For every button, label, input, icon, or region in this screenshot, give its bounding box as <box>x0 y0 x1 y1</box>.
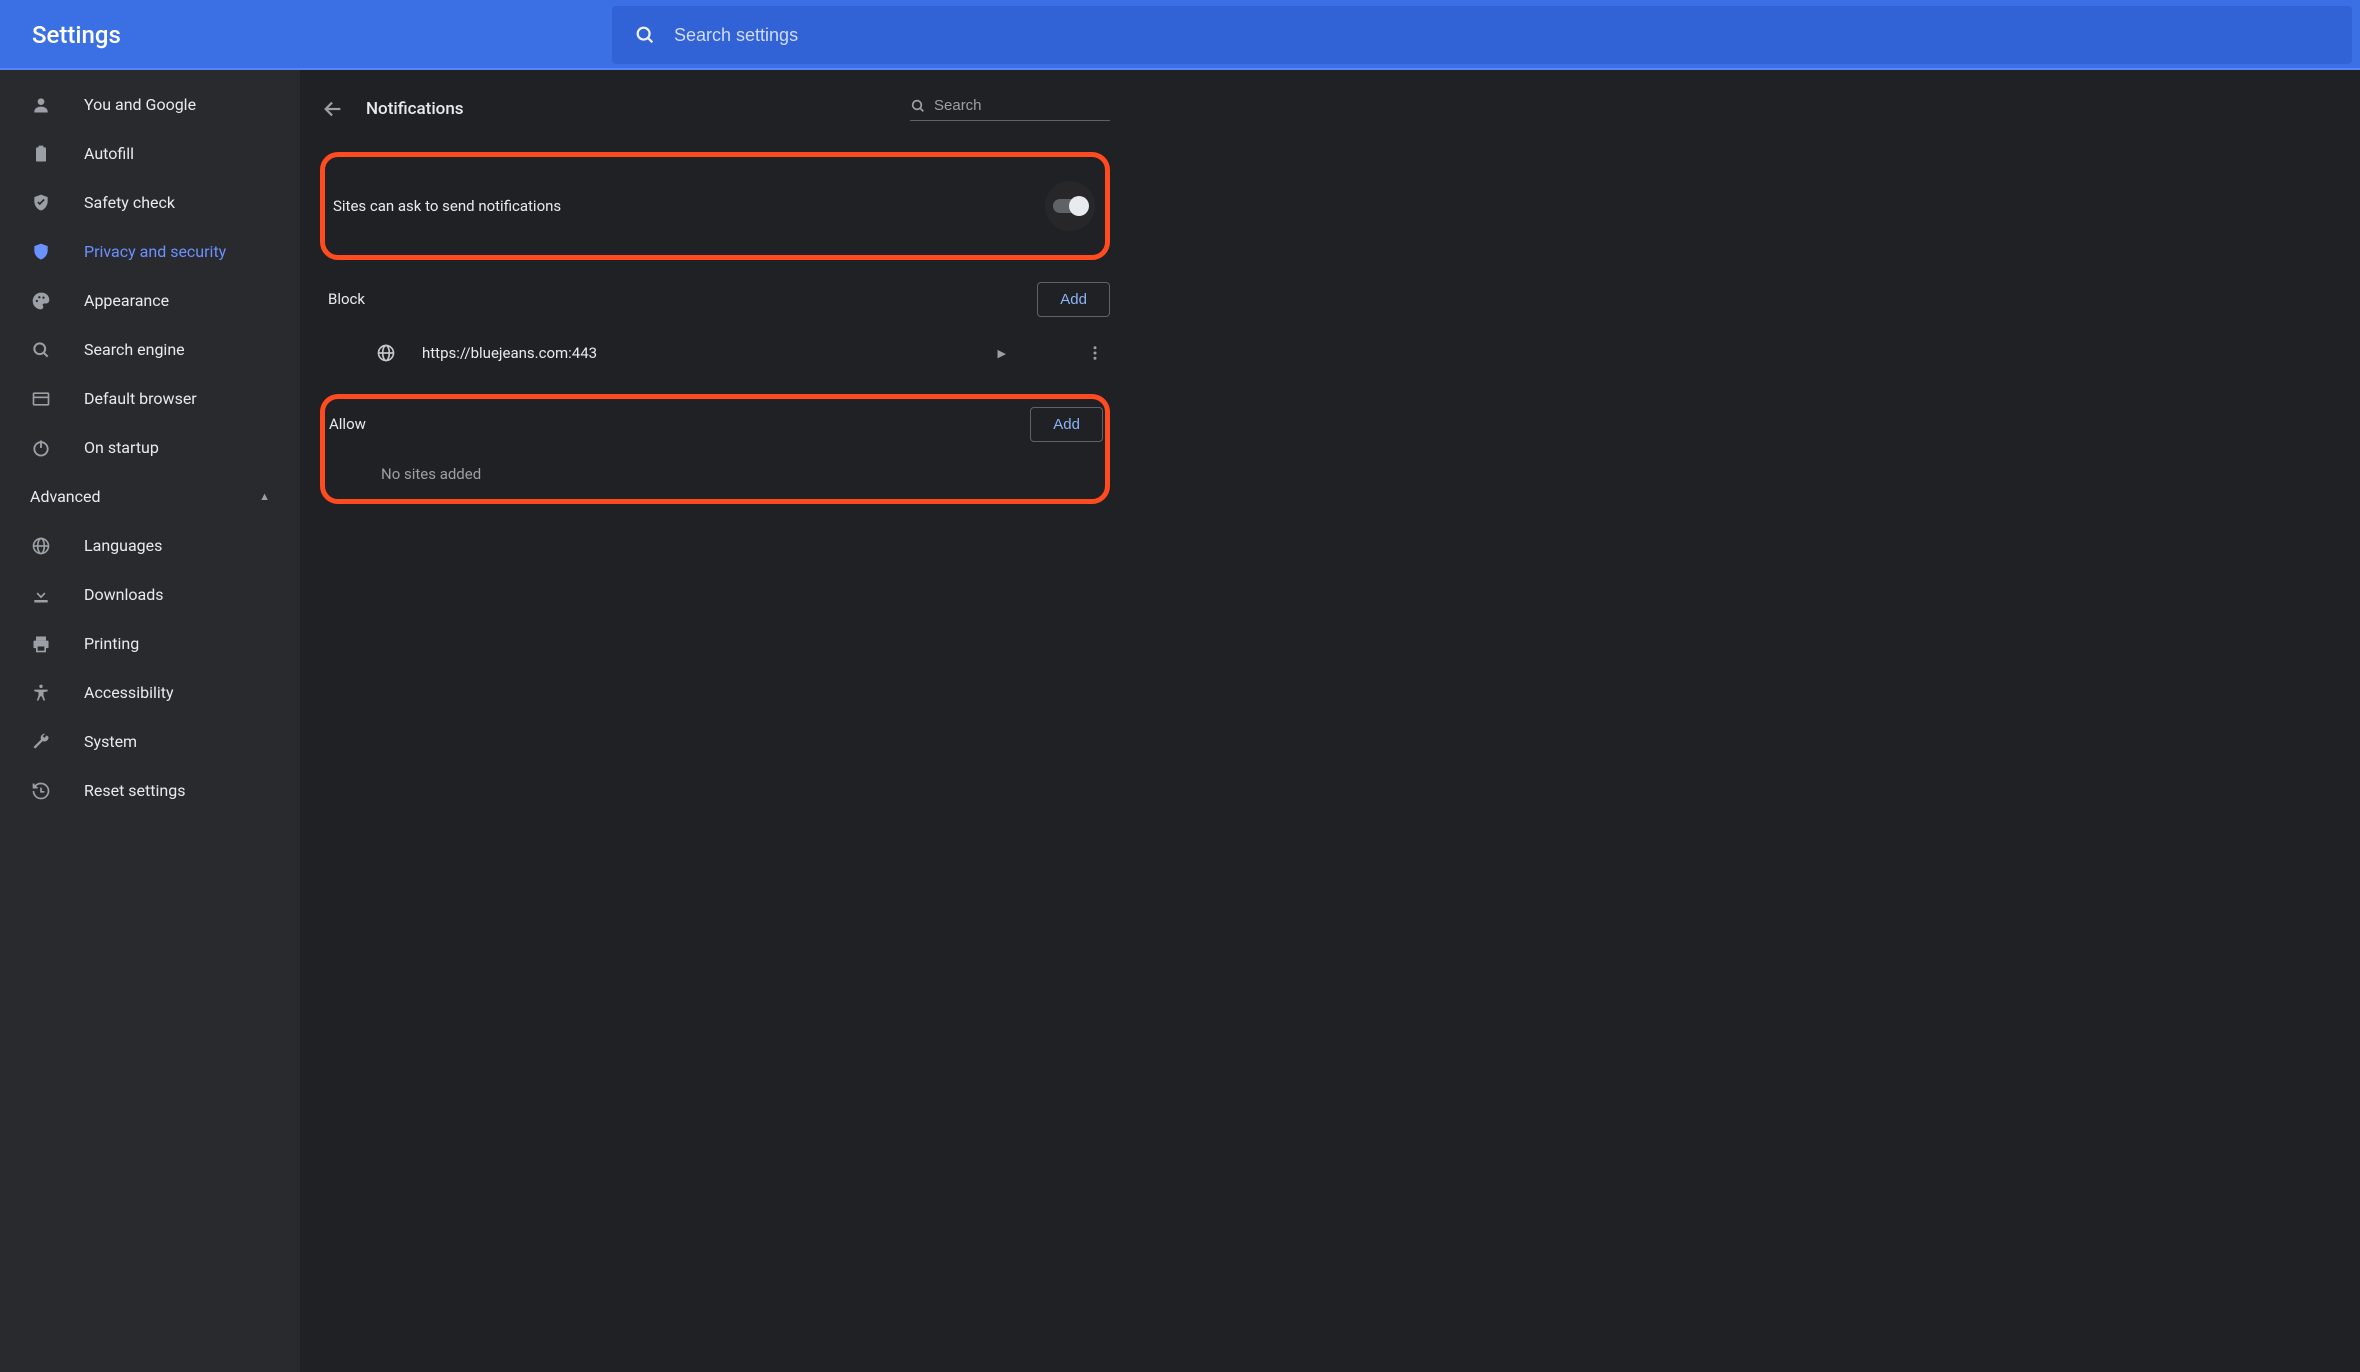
add-block-button[interactable]: Add <box>1037 282 1110 317</box>
panel-header: Notifications <box>320 84 1110 134</box>
sidebar-item-safety-check[interactable]: Safety check <box>0 178 300 227</box>
sites-can-ask-label: Sites can ask to send notifications <box>333 197 561 215</box>
sidebar-item-downloads[interactable]: Downloads <box>0 570 300 619</box>
sidebar-item-system[interactable]: System <box>0 717 300 766</box>
sidebar-item-label: Printing <box>84 634 139 653</box>
shield-icon <box>30 241 52 263</box>
sidebar-item-appearance[interactable]: Appearance <box>0 276 300 325</box>
sidebar-item-accessibility[interactable]: Accessibility <box>0 668 300 717</box>
allow-label: Allow <box>329 415 366 433</box>
panel-search[interactable] <box>910 97 1110 121</box>
app-title: Settings <box>0 21 612 49</box>
wrench-icon <box>30 731 52 753</box>
sidebar-item-autofill[interactable]: Autofill <box>0 129 300 178</box>
sidebar-item-label: Default browser <box>84 389 197 408</box>
global-search[interactable] <box>612 6 2352 64</box>
sidebar-item-on-startup[interactable]: On startup <box>0 423 300 472</box>
back-button[interactable] <box>320 96 346 122</box>
sidebar-item-label: On startup <box>84 438 159 457</box>
blocked-site-row[interactable]: https://bluejeans.com:443 ▶ <box>320 324 1110 382</box>
search-icon <box>634 24 656 46</box>
sidebar-item-search-engine[interactable]: Search engine <box>0 325 300 374</box>
sidebar-item-label: Safety check <box>84 193 175 212</box>
sidebar-item-default-browser[interactable]: Default browser <box>0 374 300 423</box>
browser-icon <box>30 388 52 410</box>
chevron-up-icon: ▲ <box>259 490 270 503</box>
main-panel: Notifications Sites can ask to send noti… <box>300 70 2360 1372</box>
sidebar-item-label: Accessibility <box>84 683 174 702</box>
panel-title: Notifications <box>366 99 464 119</box>
power-icon <box>30 437 52 459</box>
panel-search-input[interactable] <box>934 97 1133 114</box>
sidebar-item-you-and-google[interactable]: You and Google <box>0 80 300 129</box>
palette-icon <box>30 290 52 312</box>
more-vert-icon[interactable] <box>1086 344 1110 362</box>
sidebar-item-label: Appearance <box>84 291 169 310</box>
sidebar-item-reset-settings[interactable]: Reset settings <box>0 766 300 815</box>
sidebar-item-label: Autofill <box>84 144 134 163</box>
global-search-input[interactable] <box>674 25 2330 46</box>
sidebar-item-label: Reset settings <box>84 781 185 800</box>
blocked-site-url: https://bluejeans.com:443 <box>422 344 998 362</box>
chevron-right-icon[interactable]: ▶ <box>998 347 1006 360</box>
sidebar: You and Google Autofill Safety check Pri… <box>0 70 300 1372</box>
sidebar-item-label: Privacy and security <box>84 242 226 261</box>
sites-can-ask-toggle[interactable] <box>1045 181 1095 231</box>
sidebar-item-label: Search engine <box>84 340 185 359</box>
sidebar-section-label: Advanced <box>30 487 101 506</box>
sidebar-item-label: Downloads <box>84 585 163 604</box>
sidebar-item-privacy-security[interactable]: Privacy and security <box>0 227 300 276</box>
topbar: Settings <box>0 0 2360 70</box>
highlight-allow-section: Allow Add No sites added <box>320 394 1110 504</box>
sidebar-item-printing[interactable]: Printing <box>0 619 300 668</box>
globe-icon <box>30 535 52 557</box>
allow-empty-text: No sites added <box>325 449 1103 499</box>
shield-check-icon <box>30 192 52 214</box>
search-icon <box>30 339 52 361</box>
block-label: Block <box>328 290 365 308</box>
restore-icon <box>30 780 52 802</box>
sites-can-ask-row: Sites can ask to send notifications <box>325 157 1105 255</box>
sidebar-section-advanced[interactable]: Advanced ▲ <box>0 472 300 521</box>
accessibility-icon <box>30 682 52 704</box>
search-icon <box>910 98 926 114</box>
block-section-header: Block Add <box>320 274 1110 324</box>
highlight-sites-ask: Sites can ask to send notifications <box>320 152 1110 260</box>
add-allow-button[interactable]: Add <box>1030 407 1103 442</box>
sidebar-item-label: You and Google <box>84 95 196 114</box>
download-icon <box>30 584 52 606</box>
print-icon <box>30 633 52 655</box>
sidebar-item-label: System <box>84 732 137 751</box>
sidebar-item-label: Languages <box>84 536 162 555</box>
allow-section-header: Allow Add <box>325 399 1103 449</box>
person-icon <box>30 94 52 116</box>
clipboard-icon <box>30 143 52 165</box>
globe-icon <box>376 343 396 363</box>
sidebar-item-languages[interactable]: Languages <box>0 521 300 570</box>
